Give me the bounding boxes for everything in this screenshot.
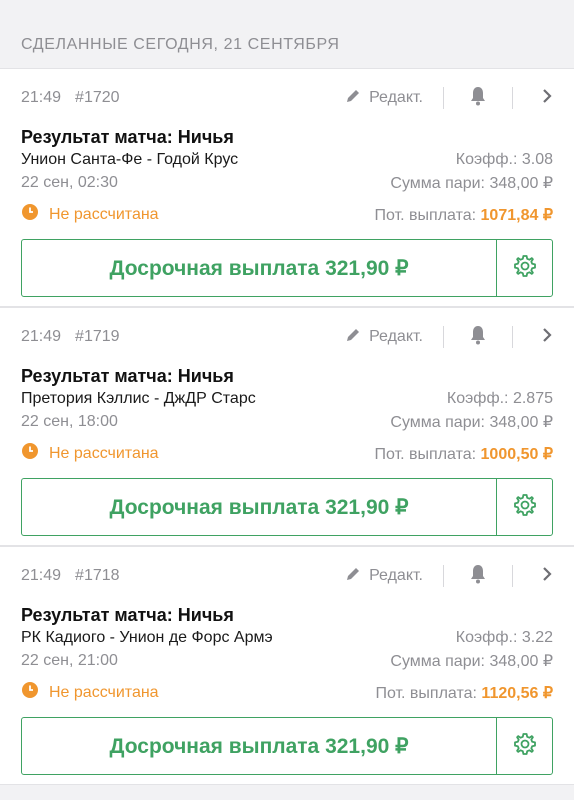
notify-button[interactable]	[444, 325, 512, 350]
bet-market: Результат матча: Ничья	[21, 366, 234, 386]
bell-icon	[469, 86, 487, 111]
gear-icon	[513, 732, 537, 761]
bet-id: #1720	[75, 89, 120, 106]
pencil-icon	[345, 88, 361, 109]
potential-label: Пот. выплата:	[374, 445, 477, 463]
event-date: 22 сен, 21:00	[21, 652, 118, 669]
stake-label: Сумма пари:	[390, 653, 485, 670]
gear-icon	[513, 254, 537, 283]
potential-value: 1071,84 ₽	[480, 206, 553, 224]
potential-value: 1120,56 ₽	[481, 684, 553, 702]
section-header: СДЕЛАННЫЕ СЕГОДНЯ, 21 СЕНТЯБРЯ	[21, 36, 340, 53]
pencil-icon	[345, 566, 361, 587]
event-date: 22 сен, 18:00	[21, 413, 118, 430]
stake-value: 348,00 ₽	[489, 653, 553, 670]
edit-button[interactable]: Редакт.	[345, 88, 443, 109]
notify-button[interactable]	[444, 86, 512, 111]
details-button[interactable]	[513, 327, 553, 348]
status-label: Не рассчитана	[49, 683, 159, 701]
bet-market: Результат матча: Ничья	[21, 605, 234, 625]
cashout-button[interactable]: Досрочная выплата 321,90 ₽	[22, 240, 496, 296]
cashout-settings-button[interactable]	[496, 718, 552, 774]
gear-icon	[513, 493, 537, 522]
clock-icon	[21, 203, 39, 226]
bell-icon	[469, 325, 487, 350]
bet-time: 21:49	[21, 89, 62, 106]
cashout-settings-button[interactable]	[496, 479, 552, 535]
cashout-group: Досрочная выплата 321,90 ₽	[21, 717, 553, 775]
cashout-button[interactable]: Досрочная выплата 321,90 ₽	[22, 718, 496, 774]
bet-market: Результат матча: Ничья	[21, 127, 234, 147]
bet-teams: РК Кадиого - Унион де Форс Армэ	[21, 629, 273, 646]
chevron-right-icon	[541, 327, 553, 348]
bet-teams: Унион Санта-Фе - Годой Крус	[21, 151, 239, 168]
edit-button[interactable]: Редакт.	[345, 327, 443, 348]
odds-label: Коэфф.:	[446, 390, 509, 407]
notify-button[interactable]	[444, 564, 512, 589]
stake-value: 348,00 ₽	[489, 175, 553, 192]
status-label: Не рассчитана	[49, 205, 159, 223]
cashout-group: Досрочная выплата 321,90 ₽	[21, 239, 553, 297]
stake-label: Сумма пари:	[390, 175, 485, 192]
stake-value: 348,00 ₽	[489, 414, 553, 431]
chevron-right-icon	[541, 566, 553, 587]
cashout-button[interactable]: Досрочная выплата 321,90 ₽	[22, 479, 496, 535]
chevron-right-icon	[541, 88, 553, 109]
details-button[interactable]	[513, 566, 553, 587]
potential-label: Пот. выплата:	[374, 206, 477, 224]
bet-card[interactable]: 21:49 #1720 Редакт. Результат матча: Нич…	[0, 68, 574, 307]
cashout-group: Досрочная выплата 321,90 ₽	[21, 478, 553, 536]
details-button[interactable]	[513, 88, 553, 109]
edit-label: Редакт.	[369, 89, 423, 106]
odds-value: 3.08	[521, 151, 553, 168]
bet-id: #1719	[75, 328, 120, 345]
bet-time: 21:49	[21, 328, 62, 345]
bet-card[interactable]: 21:49 #1718 Редакт. Результат матча: Нич…	[0, 546, 574, 785]
bet-time: 21:49	[21, 567, 62, 584]
odds-value: 2.875	[512, 390, 553, 407]
bet-id: #1718	[75, 567, 120, 584]
edit-button[interactable]: Редакт.	[345, 566, 443, 587]
potential-label: Пот. выплата:	[375, 684, 477, 702]
status-label: Не рассчитана	[49, 444, 159, 462]
event-date: 22 сен, 02:30	[21, 174, 118, 191]
bet-teams: Претория Кэллис - ДжДР Старс	[21, 390, 256, 407]
bell-icon	[469, 564, 487, 589]
stake-label: Сумма пари:	[390, 414, 485, 431]
bet-card[interactable]: 21:49 #1719 Редакт. Результат матча: Нич…	[0, 307, 574, 546]
clock-icon	[21, 681, 39, 704]
odds-label: Коэфф.:	[455, 629, 518, 646]
potential-value: 1000,50 ₽	[480, 445, 553, 463]
odds-label: Коэфф.:	[455, 151, 518, 168]
edit-label: Редакт.	[369, 328, 423, 345]
edit-label: Редакт.	[369, 567, 423, 584]
cashout-settings-button[interactable]	[496, 240, 552, 296]
clock-icon	[21, 442, 39, 465]
odds-value: 3.22	[521, 629, 553, 646]
pencil-icon	[345, 327, 361, 348]
